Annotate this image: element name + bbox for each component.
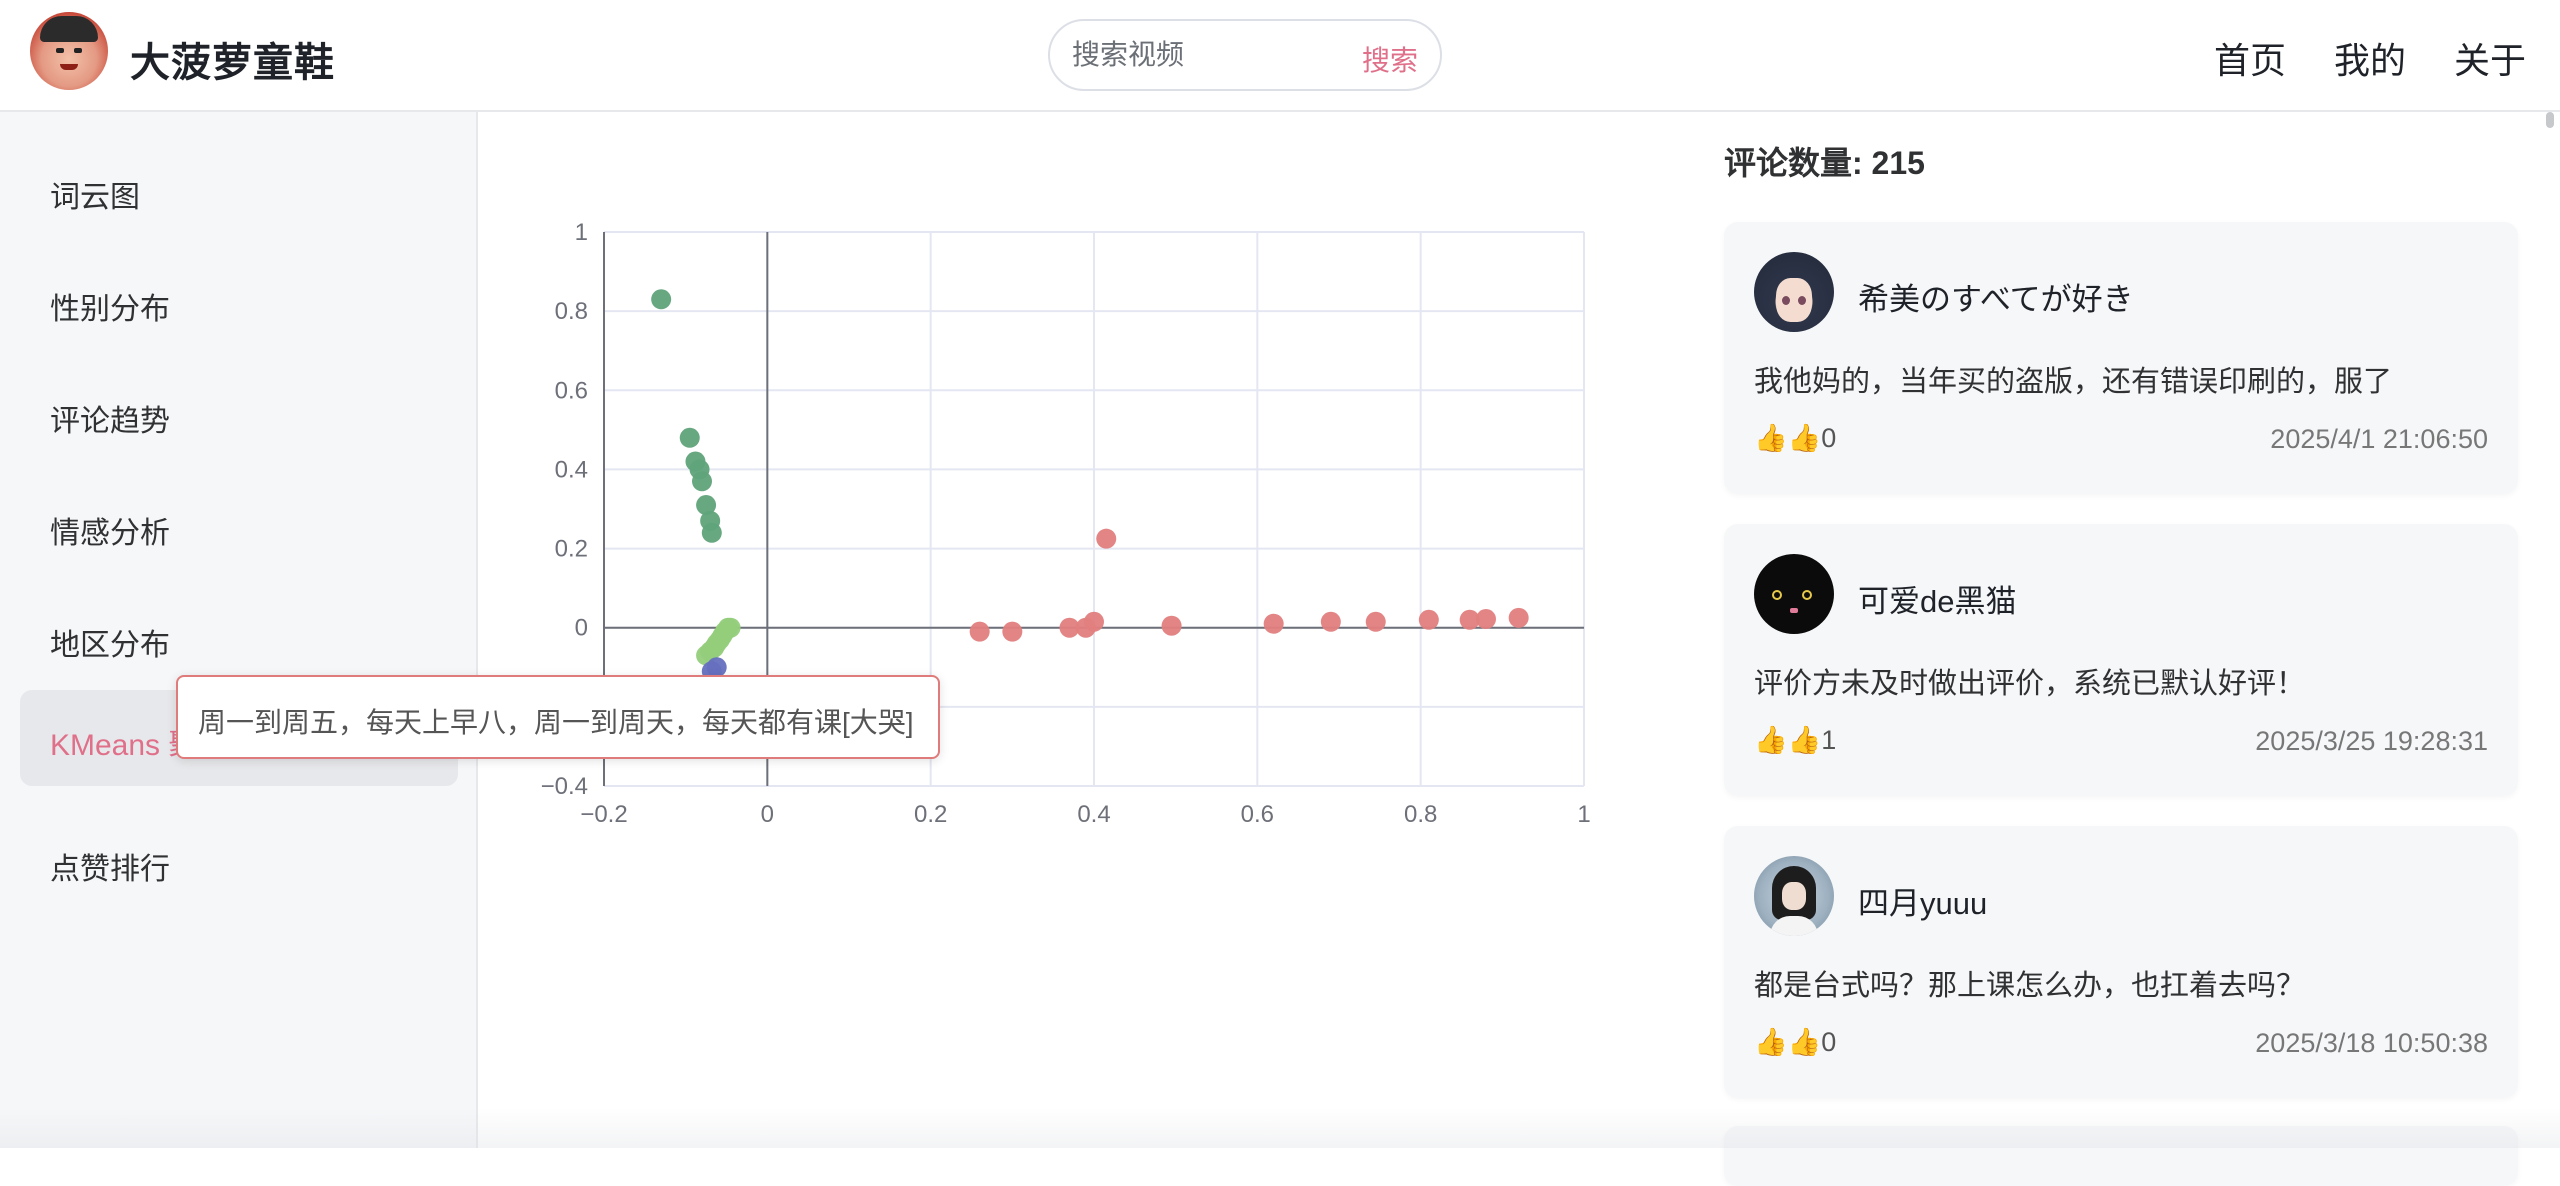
x-tick-label: 0.4 (1077, 801, 1110, 828)
comment-time: 2025/3/18 10:50:38 (2255, 1028, 2488, 1058)
y-tick-label: 1 (575, 219, 588, 246)
scatter-point-cluster-3 (969, 621, 990, 642)
y-tick-label: 0.4 (555, 456, 588, 483)
scatter-point-cluster-3 (1508, 607, 1529, 628)
sidebar-item-label: 情感分析 (50, 517, 170, 550)
search-input[interactable] (1072, 35, 1332, 75)
x-tick-label: 1 (1577, 801, 1590, 828)
nav-about[interactable]: 关于 (2454, 32, 2526, 84)
sidebar-item-region[interactable]: 地区分布 (20, 590, 458, 686)
comment-likes: 👍👍0 (1754, 423, 1837, 453)
sidebar-item-label: 地区分布 (50, 629, 170, 662)
avatar-nose (1790, 608, 1798, 613)
sidebar-item-wordcloud[interactable]: 词云图 (20, 142, 458, 238)
x-tick-label: 0.2 (914, 801, 947, 828)
user-avatar[interactable] (1754, 554, 1834, 634)
kmeans-scatter-chart: −0.200.20.40.60.81−0.4−0.200.20.40.60.81 (541, 219, 1591, 828)
sidebar-item-label: 词云图 (50, 181, 140, 214)
x-tick-label: 0.6 (1241, 801, 1274, 828)
search-button[interactable]: 搜索 (1362, 39, 1418, 79)
logo-avatar[interactable] (30, 12, 108, 90)
scatter-point-cluster-3 (1320, 611, 1341, 632)
scatter-point-cluster-3 (1002, 621, 1023, 642)
x-tick-label: 0 (761, 801, 774, 828)
scatter-point-cluster-3 (1263, 613, 1284, 634)
search-box: 搜索 (1048, 19, 1442, 91)
comment-time: 2025/3/25 19:28:31 (2255, 726, 2488, 756)
scatter-point-cluster-3 (1161, 615, 1182, 636)
tooltip-text: 周一到周五，每天上早八，周一到周天，每天都有课[大哭] (198, 707, 914, 738)
logo-mouth (60, 64, 78, 70)
comment-card: 可爱de黑猫 评价方未及时做出评价，系统已默认好评！ 👍👍1 2025/3/25… (1724, 524, 2518, 796)
sidebar-item-label: 性别分布 (50, 293, 170, 326)
logo-hair (40, 16, 98, 42)
point-tooltip: 周一到周五，每天上早八，周一到周天，每天都有课[大哭] (176, 675, 940, 759)
avatar-eye (1802, 590, 1812, 600)
scatter-point-cluster-0 (679, 427, 700, 448)
page-scrollbar[interactable] (2544, 112, 2556, 1148)
y-tick-label: 0.2 (555, 536, 588, 563)
logo-eye-right (74, 48, 82, 53)
comment-likes: 👍👍0 (1754, 1027, 1837, 1057)
comment-card: 四月yuuu 都是台式吗？那上课怎么办，也扛着去吗？ 👍👍0 2025/3/18… (1724, 826, 2518, 1098)
avatar-eye (1798, 296, 1806, 305)
avatar-face (1782, 882, 1806, 910)
comment-username[interactable]: 希美のすべてが好き (1858, 274, 2134, 319)
comment-text: 评价方未及时做出评价，系统已默认好评！ (1754, 668, 2306, 700)
scatter-point-cluster-0 (701, 522, 722, 543)
scatter-point-cluster-0 (651, 289, 672, 310)
avatar-body (1770, 916, 1818, 936)
scatter-point-cluster-1 (720, 617, 741, 638)
sidebar-item-label: 点赞排行 (50, 853, 170, 886)
user-avatar[interactable] (1754, 252, 1834, 332)
sidebar-item-likes-rank[interactable]: 点赞排行 (20, 814, 458, 910)
y-tick-label: −0.4 (541, 773, 588, 800)
y-tick-label: 0.6 (555, 377, 588, 404)
x-tick-label: 0.8 (1404, 801, 1437, 828)
comment-time: 2025/4/1 21:06:50 (2270, 424, 2488, 454)
y-tick-label: 0 (575, 615, 588, 642)
nav-mine[interactable]: 我的 (2334, 32, 2406, 84)
top-header: 大菠萝童鞋 搜索 首页 我的 关于 (0, 0, 2560, 112)
comment-username[interactable]: 可爱de黑猫 (1858, 576, 2016, 621)
comment-card: 希美のすべてが好き 我他妈的，当年买的盗版，还有错误印刷的，服了 👍👍0 202… (1724, 222, 2518, 494)
avatar-eye (1782, 296, 1790, 305)
sidebar-item-gender[interactable]: 性别分布 (20, 254, 458, 350)
comment-count: 评论数量: 215 (1724, 145, 1925, 181)
scatter-point-cluster-3 (1084, 611, 1104, 632)
scatter-point-cluster-3 (1096, 528, 1117, 549)
sidebar-item-label: 评论趋势 (50, 405, 170, 438)
brand-title: 大菠萝童鞋 (130, 41, 335, 85)
avatar-eye (1772, 590, 1782, 600)
sidebar: 词云图 性别分布 评论趋势 情感分析 地区分布 KMeans 聚类 点赞排行 (0, 112, 478, 1148)
y-tick-label: 0.8 (555, 298, 588, 325)
comment-text: 都是台式吗？那上课怎么办，也扛着去吗？ (1754, 970, 2306, 1002)
scatter-point-cluster-0 (692, 471, 712, 492)
nav-home[interactable]: 首页 (2214, 32, 2286, 84)
logo-eye-left (56, 48, 64, 53)
x-tick-label: −0.2 (580, 801, 627, 828)
scatter-point-cluster-3 (1418, 609, 1439, 630)
comment-username[interactable]: 四月yuuu (1858, 878, 1987, 923)
user-avatar[interactable] (1754, 856, 1834, 936)
comment-text: 我他妈的，当年买的盗版，还有错误印刷的，服了 (1754, 366, 2393, 398)
scrollbar-thumb[interactable] (2546, 112, 2554, 128)
comment-card-partial (1724, 1126, 2518, 1186)
scatter-point-cluster-3 (1365, 611, 1386, 632)
sidebar-item-trend[interactable]: 评论趋势 (20, 366, 458, 462)
scatter-point-cluster-3 (1476, 609, 1496, 630)
sidebar-item-sentiment[interactable]: 情感分析 (20, 478, 458, 574)
comment-likes: 👍👍1 (1754, 725, 1837, 755)
